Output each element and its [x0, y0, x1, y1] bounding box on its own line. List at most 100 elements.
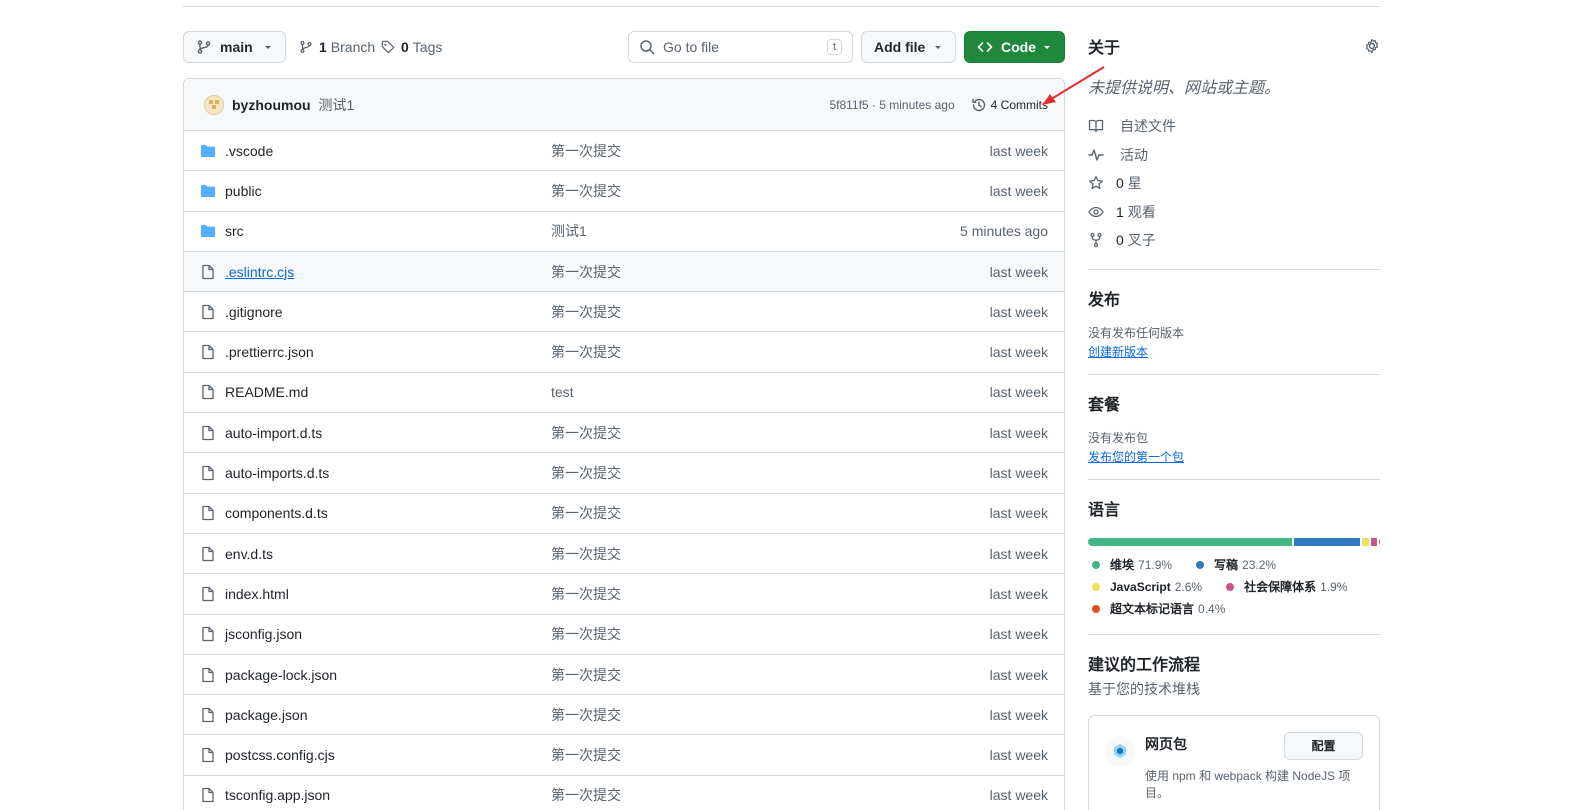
file-name-link[interactable]: .eslintrc.cjs	[225, 264, 294, 280]
file-name-link[interactable]: .gitignore	[225, 304, 283, 320]
table-row[interactable]: tsconfig.app.json 第一次提交 last week	[184, 776, 1064, 810]
watchers-link[interactable]: 1 观看	[1088, 198, 1380, 227]
create-release-link[interactable]: 创建新版本	[1088, 343, 1380, 360]
file-commit-message[interactable]: 第一次提交	[551, 665, 621, 685]
file-commit-message[interactable]: 第一次提交	[551, 181, 621, 201]
table-row[interactable]: src 测试1 5 minutes ago	[184, 212, 1064, 252]
table-row[interactable]: .vscode 第一次提交 last week	[184, 131, 1064, 172]
top-divider	[183, 6, 1380, 7]
branches-link[interactable]: 1 Branch	[299, 31, 375, 63]
language-item[interactable]: 超文本标记语言 0.4%	[1088, 598, 1225, 620]
workflows-title: 建议的工作流程	[1088, 656, 1201, 674]
file-name-link[interactable]: src	[225, 223, 244, 239]
file-commit-message[interactable]: 第一次提交	[551, 463, 621, 483]
add-file-label: Add file	[874, 39, 926, 55]
tags-link[interactable]: 0 Tags	[381, 31, 442, 63]
file-commit-message[interactable]: 第一次提交	[551, 342, 621, 362]
language-name: 社会保障体系	[1244, 580, 1317, 594]
file-name-link[interactable]: auto-imports.d.ts	[225, 465, 329, 481]
language-name: JavaScript	[1110, 579, 1171, 594]
language-item[interactable]: JavaScript 2.6%	[1088, 576, 1202, 598]
add-file-button[interactable]: Add file	[861, 31, 956, 63]
table-row[interactable]: components.d.ts 第一次提交 last week	[184, 494, 1064, 534]
tag-icon	[381, 40, 395, 54]
file-commit-message[interactable]: 第一次提交	[551, 624, 621, 644]
gear-icon[interactable]	[1364, 38, 1380, 54]
file-name-link[interactable]: components.d.ts	[225, 505, 328, 521]
file-commit-message[interactable]: 第一次提交	[551, 544, 621, 564]
file-commit-date: last week	[989, 344, 1048, 361]
commit-message[interactable]: 测试1	[319, 95, 355, 115]
file-name-link[interactable]: tsconfig.app.json	[225, 787, 330, 803]
file-commit-date: last week	[989, 706, 1048, 723]
file-commit-message[interactable]: 第一次提交	[551, 141, 621, 161]
file-commit-date: last week	[989, 787, 1048, 804]
packages-empty-text: 没有发布包	[1088, 430, 1149, 445]
commit-hash-time[interactable]: 5f811f5 · 5 minutes ago	[829, 98, 954, 112]
history-icon	[971, 98, 985, 111]
file-name-link[interactable]: .prettierrc.json	[225, 344, 314, 360]
table-row[interactable]: package-lock.json 第一次提交 last week	[184, 655, 1064, 696]
publish-package-link[interactable]: 发布您的第一个包	[1088, 448, 1380, 465]
avatar[interactable]	[204, 94, 224, 115]
file-name-link[interactable]: .vscode	[225, 143, 273, 159]
packages-title[interactable]: 套餐	[1088, 391, 1380, 415]
file-name-link[interactable]: postcss.config.cjs	[225, 747, 335, 763]
file-name-link[interactable]: package.json	[225, 707, 308, 723]
file-name-link[interactable]: jsconfig.json	[225, 626, 302, 642]
table-row[interactable]: README.md test last week	[184, 373, 1064, 414]
language-item[interactable]: 写稿 23.2%	[1192, 554, 1276, 576]
book-icon	[1088, 120, 1104, 133]
table-row[interactable]: .gitignore 第一次提交 last week	[184, 292, 1064, 333]
releases-title[interactable]: 发布	[1088, 286, 1380, 310]
file-commit-message[interactable]: 第一次提交	[551, 745, 621, 765]
language-item[interactable]: 维埃 71.9%	[1088, 554, 1172, 576]
file-commit-date: last week	[989, 303, 1048, 320]
file-name-link[interactable]: README.md	[225, 384, 308, 400]
file-commit-message[interactable]: 第一次提交	[551, 503, 621, 523]
readme-link[interactable]: 自述文件	[1088, 112, 1380, 141]
file-commit-message[interactable]: 第一次提交	[551, 423, 621, 443]
file-commit-message[interactable]: test	[551, 384, 574, 400]
commit-author[interactable]: byzhoumou	[232, 97, 311, 113]
file-commit-message[interactable]: 第一次提交	[551, 705, 621, 725]
table-row[interactable]: package.json 第一次提交 last week	[184, 695, 1064, 736]
table-row[interactable]: index.html 第一次提交 last week	[184, 574, 1064, 615]
language-item[interactable]: 社会保障体系 1.9%	[1222, 576, 1347, 598]
file-name-link[interactable]: public	[225, 183, 262, 199]
table-row[interactable]: postcss.config.cjs 第一次提交 last week	[184, 735, 1064, 776]
file-commit-message[interactable]: 第一次提交	[551, 302, 621, 322]
file-name-link[interactable]: package-lock.json	[225, 667, 337, 683]
activity-link[interactable]: 活动	[1088, 141, 1380, 170]
file-name-link[interactable]: auto-import.d.ts	[225, 425, 322, 441]
commits-link[interactable]: 4 Commits	[971, 97, 1048, 113]
workflow-title: 网页包	[1145, 735, 1187, 752]
caret-down-icon	[1044, 46, 1050, 49]
table-row[interactable]: .eslintrc.cjs 第一次提交 last week	[184, 251, 1064, 293]
go-to-file-search[interactable]: Go to file t	[628, 31, 853, 63]
code-button[interactable]: Code	[964, 31, 1065, 63]
file-commit-message[interactable]: 第一次提交	[551, 262, 621, 282]
table-row[interactable]: auto-imports.d.ts 第一次提交 last week	[184, 453, 1064, 494]
readme-label: 自述文件	[1120, 118, 1176, 135]
workflows-subtitle: 基于您的技术堆栈	[1088, 680, 1200, 697]
forks-link[interactable]: 0 叉子	[1088, 226, 1380, 255]
configure-workflow-button[interactable]: 配置	[1284, 731, 1363, 760]
file-name-link[interactable]: env.d.ts	[225, 546, 273, 562]
file-commit-message[interactable]: 测试1	[551, 221, 587, 241]
branch-select-button[interactable]: main	[183, 31, 286, 63]
table-row[interactable]: env.d.ts 第一次提交 last week	[184, 534, 1064, 575]
language-percent: 23.2%	[1242, 557, 1277, 572]
table-row[interactable]: jsconfig.json 第一次提交 last week	[184, 615, 1064, 655]
caret-down-icon	[265, 46, 271, 49]
branch-name: main	[220, 39, 253, 55]
language-dot-icon	[1092, 604, 1100, 613]
stars-link[interactable]: 0 星	[1088, 169, 1380, 198]
file-commit-message[interactable]: 第一次提交	[551, 785, 621, 805]
file-commit-message[interactable]: 第一次提交	[551, 584, 621, 604]
table-row[interactable]: public 第一次提交 last week	[184, 171, 1064, 212]
file-commit-date: last week	[989, 424, 1048, 441]
table-row[interactable]: .prettierrc.json 第一次提交 last week	[184, 332, 1064, 373]
table-row[interactable]: auto-import.d.ts 第一次提交 last week	[184, 413, 1064, 454]
file-name-link[interactable]: index.html	[225, 586, 289, 602]
